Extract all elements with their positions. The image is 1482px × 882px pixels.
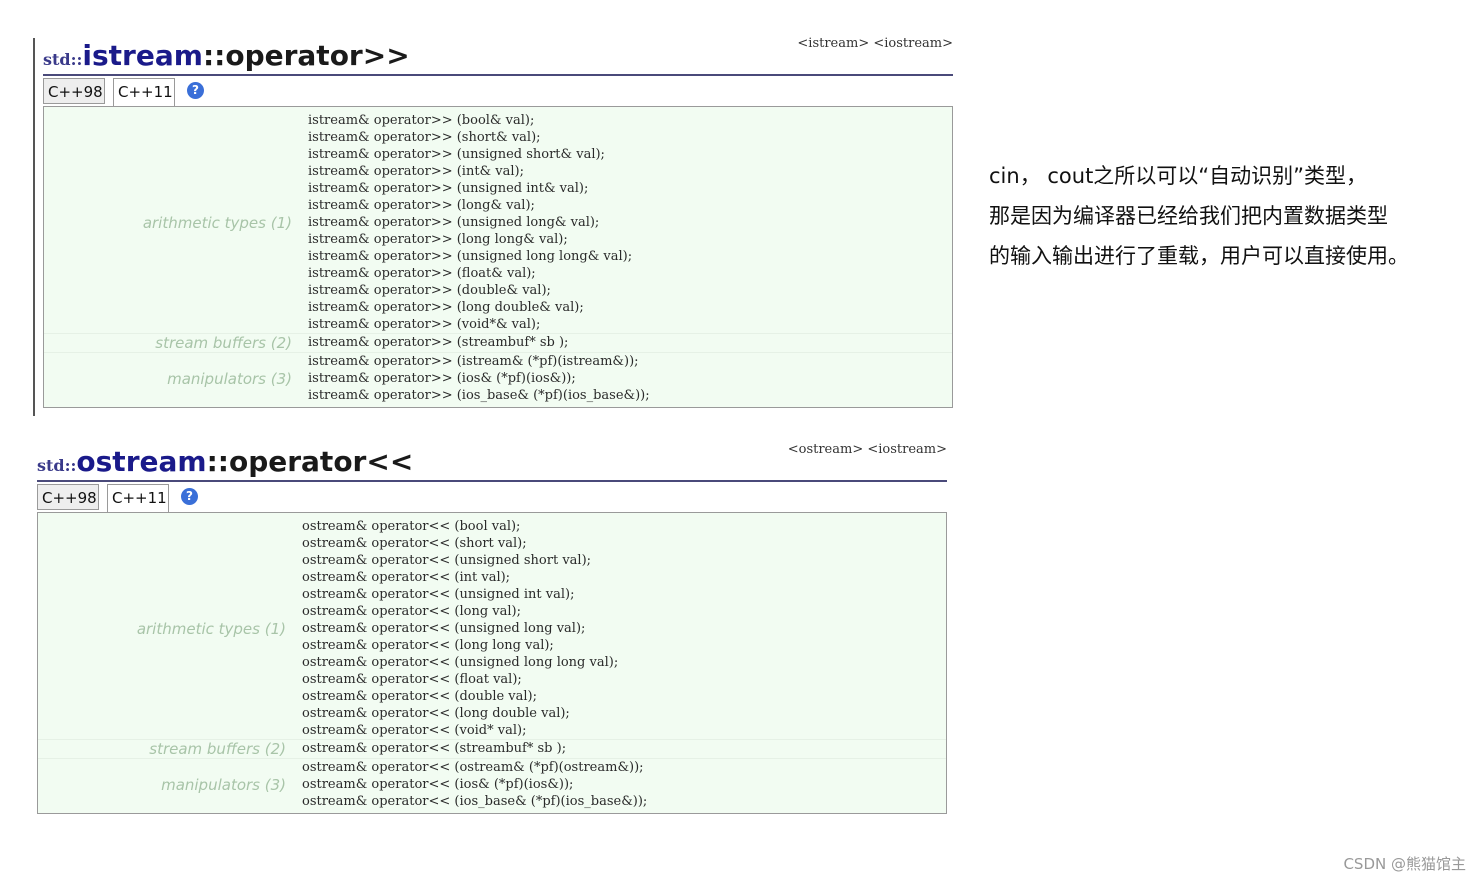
title-class: ostream — [76, 445, 207, 478]
overload-signature: istream& operator>> (long& val); — [308, 198, 535, 213]
overload-signature: istream& operator>> (long long& val); — [308, 232, 568, 247]
ostream-version-tabs: C++98 C++11 ? — [37, 482, 947, 513]
watermark: CSDN @熊猫馆主 — [1343, 855, 1466, 873]
overload-signatures: istream& operator>> (streambuf* sb ); — [308, 334, 568, 352]
overload-signature: istream& operator>> (bool& val); — [308, 113, 535, 128]
istream-version-tabs: C++98 C++11 ? — [43, 76, 953, 107]
overload-signature: istream& operator>> (unsigned short& val… — [308, 147, 605, 162]
tab-cpp98[interactable]: C++98 — [37, 484, 99, 510]
overload-group-label: manipulators (3) — [167, 369, 292, 388]
note-line: cin， cout之所以可以“自动识别”类型， — [989, 164, 1368, 188]
title-operator: ::operator>> — [202, 39, 410, 72]
istream-operator-reference: std::istream::operator>> <istream> <iost… — [33, 30, 953, 416]
overload-group-label: arithmetic types (1) — [136, 619, 286, 638]
ostream-header-files: <ostream> <iostream> — [787, 442, 947, 457]
overload-signatures: ostream& operator<< (ostream& (*pf)(ostr… — [302, 759, 647, 810]
tab-cpp11[interactable]: C++11 — [113, 78, 175, 107]
overload-group-label: stream buffers (2) — [149, 740, 286, 758]
overload-signatures: istream& operator>> (bool& val); istream&… — [308, 112, 632, 333]
overload-group: stream buffers (2) ostream& operator<< (s… — [38, 739, 946, 758]
overload-group: manipulators (3) istream& operator>> (ist… — [44, 352, 952, 404]
title-operator: ::operator<< — [206, 445, 414, 478]
explanation-note: cin， cout之所以可以“自动识别”类型， 那是因为编译器已经给我们把内置数… — [989, 156, 1459, 276]
overload-signature: ostream& operator<< (int val); — [302, 570, 511, 585]
overload-group-label: stream buffers (2) — [155, 334, 292, 352]
ostream-page-title: std::ostream::operator<< — [37, 445, 413, 478]
overload-signature: ostream& operator<< (unsigned long long … — [302, 655, 619, 670]
tab-cpp98[interactable]: C++98 — [43, 78, 105, 104]
overload-signature: ostream& operator<< (unsigned int val); — [302, 587, 575, 602]
help-icon[interactable]: ? — [181, 488, 198, 505]
title-namespace: std:: — [37, 456, 77, 475]
overload-signature: istream& operator>> (short& val); — [308, 130, 541, 145]
overload-signature: istream& operator>> (unsigned long long&… — [308, 249, 633, 264]
overload-signature: istream& operator>> (double& val); — [308, 283, 551, 298]
overload-group-label: arithmetic types (1) — [142, 213, 292, 232]
ostream-operator-reference: std::ostream::operator<< <ostream> <iost… — [37, 436, 947, 814]
istream-header-files: <istream> <iostream> — [797, 36, 953, 51]
overload-signature: istream& operator>> (ios_base& (*pf)(ios… — [308, 388, 650, 403]
istream-title-row: std::istream::operator>> <istream> <iost… — [43, 30, 953, 76]
overload-group: arithmetic types (1) istream& operator>> … — [44, 112, 952, 333]
overload-signatures: ostream& operator<< (bool val); ostream& … — [302, 518, 618, 739]
ostream-overload-table: arithmetic types (1) ostream& operator<< … — [37, 512, 947, 814]
overload-signature: ostream& operator<< (unsigned short val)… — [302, 553, 592, 568]
overload-signature: ostream& operator<< (short val); — [302, 536, 527, 551]
overload-signature: istream& operator>> (unsigned long& val)… — [308, 215, 600, 230]
tab-cpp11[interactable]: C++11 — [107, 484, 169, 513]
overload-signatures: ostream& operator<< (streambuf* sb ); — [302, 740, 566, 758]
overload-signature: istream& operator>> (streambuf* sb ); — [308, 335, 569, 350]
overload-signature: ostream& operator<< (long long val); — [302, 638, 554, 653]
istream-page-title: std::istream::operator>> — [43, 39, 410, 72]
overload-group: manipulators (3) ostream& operator<< (ost… — [38, 758, 946, 810]
overload-signature: ostream& operator<< (ostream& (*pf)(ostr… — [302, 760, 644, 775]
help-icon[interactable]: ? — [187, 82, 204, 99]
overload-signature: istream& operator>> (void*& val); — [308, 317, 541, 332]
overload-signature: ostream& operator<< (long val); — [302, 604, 521, 619]
overload-group: arithmetic types (1) ostream& operator<< … — [38, 518, 946, 739]
overload-signature: ostream& operator<< (unsigned long val); — [302, 621, 586, 636]
overload-signature: istream& operator>> (long double& val); — [308, 300, 584, 315]
overload-signature: ostream& operator<< (streambuf* sb ); — [302, 741, 567, 756]
overload-signature: istream& operator>> (istream& (*pf)(istr… — [308, 354, 639, 369]
overload-signatures: istream& operator>> (istream& (*pf)(istr… — [308, 353, 650, 404]
ostream-title-row: std::ostream::operator<< <ostream> <iost… — [37, 436, 947, 482]
overload-signature: ostream& operator<< (bool val); — [302, 519, 521, 534]
overload-signature: ostream& operator<< (double val); — [302, 689, 538, 704]
title-namespace: std:: — [43, 50, 83, 69]
overload-signature: istream& operator>> (ios& (*pf)(ios&)); — [308, 371, 576, 386]
note-line: 的输入输出进行了重载，用户可以直接使用。 — [989, 244, 1409, 268]
overload-group: stream buffers (2) istream& operator>> (s… — [44, 333, 952, 352]
title-class: istream — [82, 39, 203, 72]
note-line: 那是因为编译器已经给我们把内置数据类型 — [989, 204, 1388, 228]
overload-signature: ostream& operator<< (ios_base& (*pf)(ios… — [302, 794, 648, 809]
overload-signature: istream& operator>> (unsigned int& val); — [308, 181, 589, 196]
overload-signature: ostream& operator<< (float val); — [302, 672, 522, 687]
istream-overload-table: arithmetic types (1) istream& operator>> … — [43, 106, 953, 408]
overload-signature: istream& operator>> (float& val); — [308, 266, 536, 281]
overload-group-label: manipulators (3) — [161, 775, 286, 794]
overload-signature: ostream& operator<< (ios& (*pf)(ios&)); — [302, 777, 574, 792]
overload-signature: ostream& operator<< (long double val); — [302, 706, 570, 721]
overload-signature: ostream& operator<< (void* val); — [302, 723, 527, 738]
overload-signature: istream& operator>> (int& val); — [308, 164, 524, 179]
